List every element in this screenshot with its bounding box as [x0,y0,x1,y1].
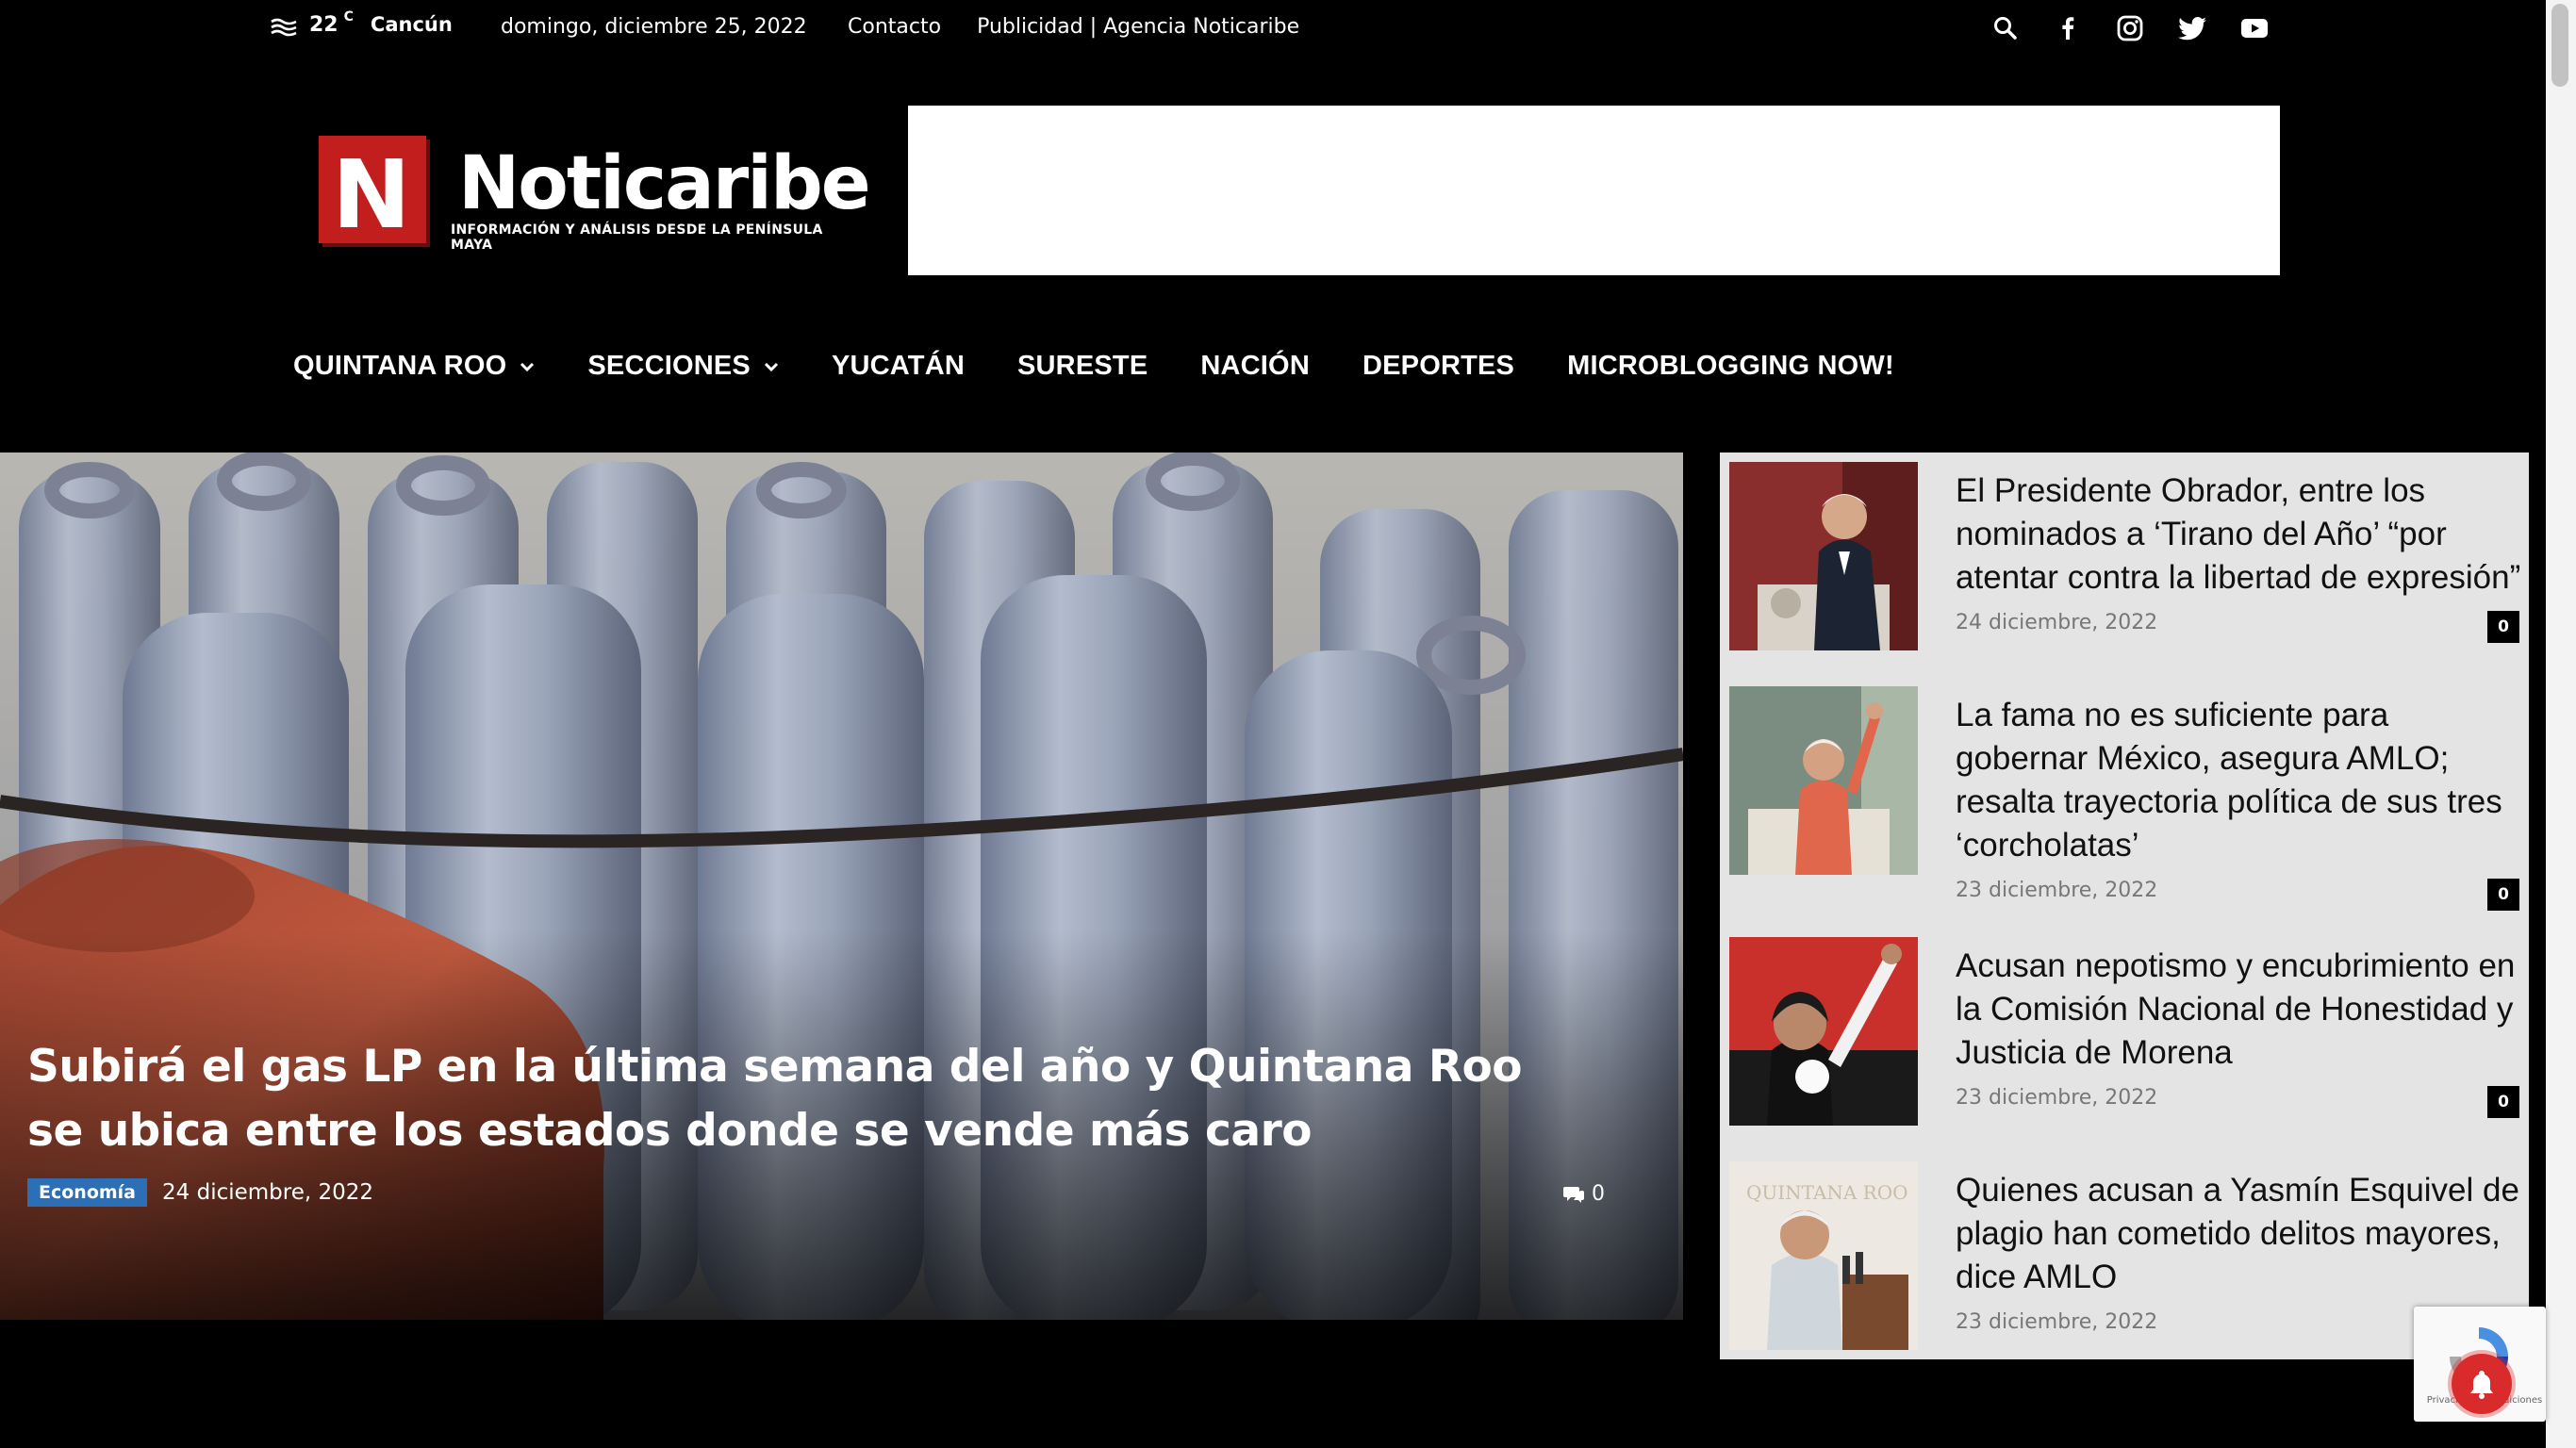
article-title[interactable]: El Presidente Obrador, entre los nominad… [1956,469,2521,600]
weather-temperature: 22 [309,13,339,37]
featured-meta: Economía 24 diciembre, 2022 [27,1178,373,1207]
chevron-down-icon [520,362,535,371]
social-icons [1990,12,2301,44]
instagram-icon[interactable] [2114,12,2146,44]
list-item[interactable]: QUINTANA ROO Quienes acusan a Yasmín Esq… [1729,1161,2521,1350]
article-thumbnail[interactable] [1729,937,1918,1126]
featured-comments[interactable]: 0 [1563,1182,1605,1206]
article-title[interactable]: Acusan nepotismo y encubrimiento en la C… [1956,945,2521,1075]
featured-title[interactable]: Subirá el gas LP en la última semana del… [27,1035,1555,1163]
comment-count[interactable]: 0 [2487,1086,2519,1118]
nav-item-nacion[interactable]: NACIÓN [1200,351,1310,382]
main-nav: QUINTANA ROO SECCIONES YUCATÁN SURESTE N… [293,351,1947,382]
nav-item-deportes[interactable]: DEPORTES [1362,351,1514,382]
nav-item-sureste[interactable]: SURESTE [1017,351,1148,382]
current-date: domingo, diciembre 25, 2022 [501,15,807,39]
featured-article[interactable]: Subirá el gas LP en la última semana del… [0,452,1683,1320]
contact-link[interactable]: Contacto [848,15,941,39]
svg-text:QUINTANA ROO: QUINTANA ROO [1746,1181,1908,1204]
comment-count[interactable]: 0 [2487,611,2519,643]
article-title[interactable]: La fama no es suficiente para gobernar M… [1956,694,2521,867]
comment-icon [1563,1186,1584,1203]
logo-letter: N [332,140,411,250]
article-thumbnail[interactable] [1729,686,1918,875]
featured-date: 24 diciembre, 2022 [162,1180,374,1205]
list-item[interactable]: El Presidente Obrador, entre los nominad… [1729,462,2521,650]
nav-label: SURESTE [1017,351,1148,381]
list-item[interactable]: La fama no es suficiente para gobernar M… [1729,686,2521,913]
nav-item-yucatan[interactable]: YUCATÁN [832,351,965,382]
nav-label: SECCIONES [587,351,751,381]
logo-mark: N [319,136,426,250]
top-links: Contacto Publicidad | Agencia Noticaribe [848,15,1335,39]
article-date: 23 diciembre, 2022 [1956,1310,2158,1334]
comment-count[interactable]: 0 [2487,879,2519,911]
article-thumbnail[interactable]: QUINTANA ROO [1729,1161,1918,1350]
notification-bell-icon[interactable] [2452,1354,2512,1414]
chevron-down-icon [764,362,779,371]
featured-comment-count: 0 [1592,1182,1605,1206]
article-thumbnail[interactable] [1729,462,1918,650]
site-logo[interactable]: N Noticaribe INFORMACIÓN Y ANÁLISIS DESD… [319,136,871,253]
nav-label: QUINTANA ROO [293,351,507,381]
weather-widget: 22 C Cancún [270,9,453,39]
logo-tagline: INFORMACIÓN Y ANÁLISIS DESDE LA PENÍNSUL… [451,222,823,253]
category-badge[interactable]: Economía [27,1178,148,1207]
youtube-icon[interactable] [2238,12,2271,44]
nav-label: MICROBLOGGING NOW! [1567,351,1894,381]
wind-icon [271,18,297,37]
nav-label: NACIÓN [1200,351,1310,381]
ad-banner[interactable] [908,106,2280,275]
article-date: 23 diciembre, 2022 [1956,1086,2158,1110]
weather-city: Cancún [370,13,453,36]
scrollbar-thumb[interactable] [2551,4,2568,87]
nav-item-microblogging[interactable]: MICROBLOGGING NOW! [1567,351,1894,382]
list-item[interactable]: Acusan nepotismo y encubrimiento en la C… [1729,937,2521,1126]
nav-item-quintana-roo[interactable]: QUINTANA ROO [293,351,535,382]
article-title[interactable]: Quienes acusan a Yasmín Esquivel de plag… [1956,1169,2521,1299]
page-scrollbar[interactable] [2546,0,2576,1448]
article-date: 24 diciembre, 2022 [1956,611,2158,634]
nav-label: DEPORTES [1362,351,1515,381]
advertising-link[interactable]: Publicidad | Agencia Noticaribe [977,15,1299,39]
top-bar: 22 C Cancún domingo, diciembre 25, 2022 … [0,0,2546,55]
facebook-icon[interactable] [2052,12,2084,44]
weather-unit: C [343,9,354,25]
nav-label: YUCATÁN [831,351,965,381]
search-icon[interactable] [1990,12,2022,44]
nav-item-secciones[interactable]: SECCIONES [587,351,779,382]
article-date: 23 diciembre, 2022 [1956,879,2158,902]
twitter-icon[interactable] [2176,12,2208,44]
sidebar-news: El Presidente Obrador, entre los nominad… [1720,452,2529,1359]
logo-name: Noticaribe [458,141,871,226]
